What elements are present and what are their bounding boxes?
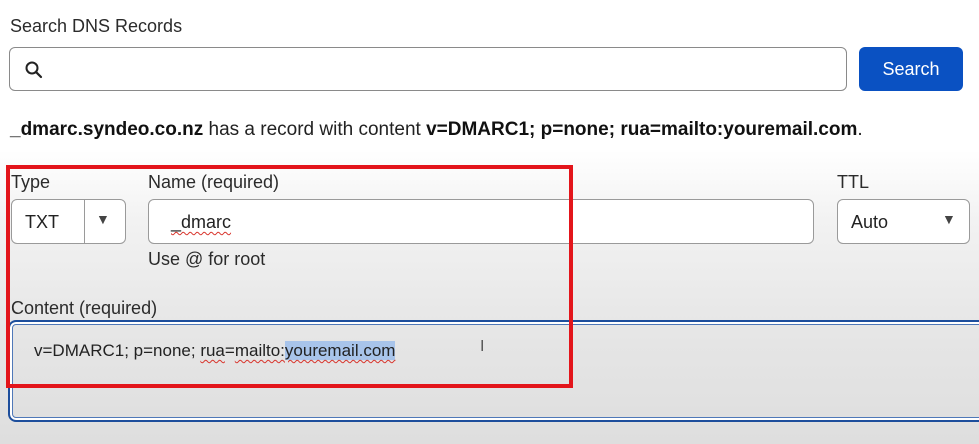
caret-down-icon: ▼ [96,211,110,227]
name-value: _dmarc [171,212,232,232]
content-text-misspelled: mailto: [234,341,285,360]
type-select-divider [84,200,85,243]
search-icon [25,61,43,79]
ttl-label: TTL [837,172,870,192]
content-text-misspelled: rua [200,341,225,360]
result-record-content: v=DMARC1; p=none; rua=mailto:youremail.c… [426,119,858,140]
name-label: Name (required) [148,172,280,192]
content-text-part: v=DMARC1; p=none; [34,341,201,360]
type-label: Type [11,172,51,192]
name-hint: Use @ for root [148,249,266,269]
result-record-name: _dmarc.syndeo.co.nz [10,119,204,140]
name-input[interactable]: _dmarc [148,199,814,244]
search-button[interactable]: Search [859,47,963,91]
content-text-selection: youremail.com [284,341,396,360]
search-box[interactable] [9,47,847,91]
caret-down-icon: ▼ [942,211,956,227]
content-text-part: = [224,341,235,360]
ttl-select[interactable]: Auto ▼ [837,199,970,244]
search-label: Search DNS Records [10,16,183,36]
content-label: Content (required) [11,298,158,318]
content-textarea[interactable]: v=DMARC1; p=none; rua=mailto:youremail.c… [8,320,979,422]
content-value: v=DMARC1; p=none; rua=mailto:youremail.c… [34,341,396,361]
search-input[interactable] [54,54,838,86]
type-value: TXT [25,212,59,232]
text-cursor-icon: I [480,338,485,355]
ttl-value: Auto [851,212,889,232]
result-message: _dmarc.syndeo.co.nz has a record with co… [10,119,863,141]
type-select[interactable]: TXT ▼ [11,199,126,244]
result-middle-text: has a record with content [203,119,427,140]
result-end-text: . [857,119,863,140]
